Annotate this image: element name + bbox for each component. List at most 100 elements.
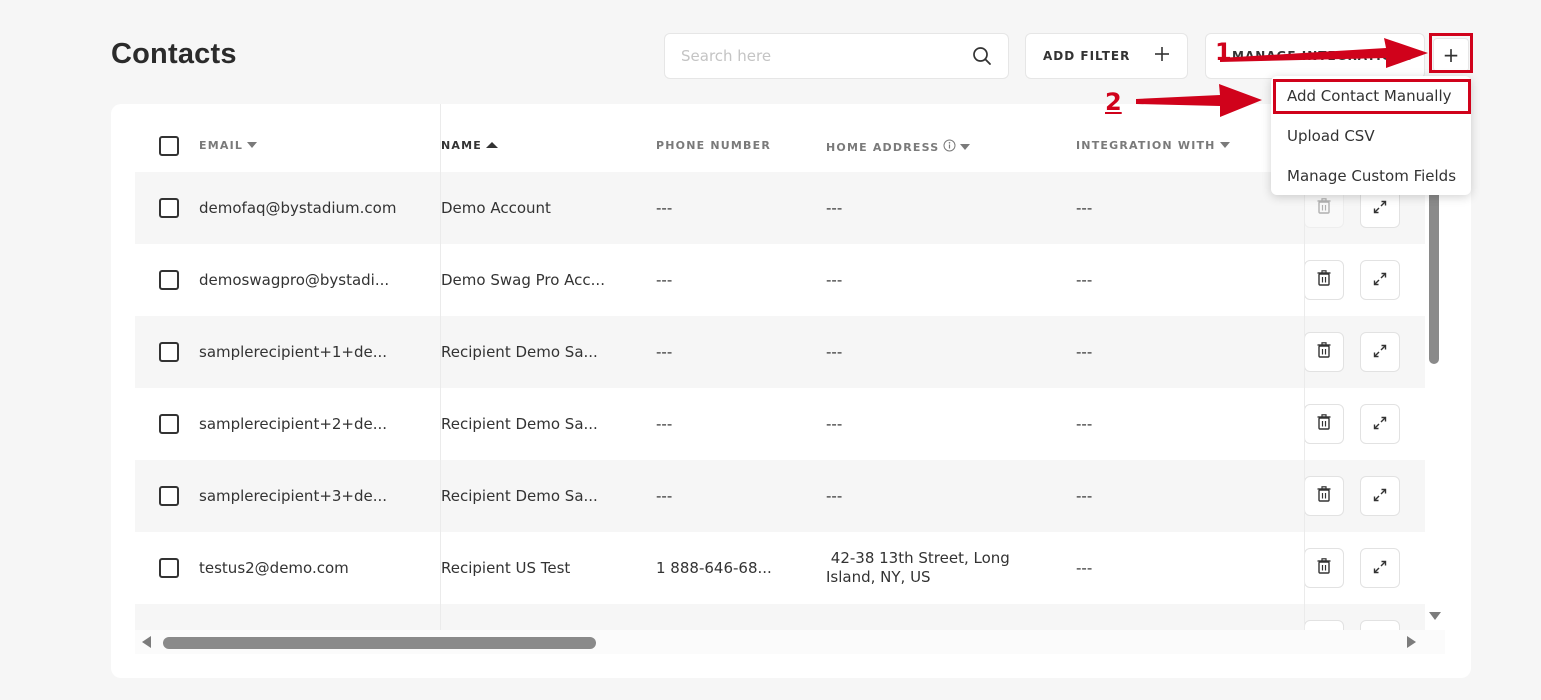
- vertical-scrollbar-thumb[interactable]: [1429, 180, 1439, 364]
- column-header-phone[interactable]: PHONE NUMBER: [656, 139, 771, 152]
- phone-cell: ---: [656, 271, 673, 289]
- sort-down-icon: [960, 141, 971, 154]
- expand-icon: [1373, 271, 1387, 290]
- email-cell: testus2@demo.com: [199, 559, 349, 577]
- table-row[interactable]: samplerecipient+2+de... Recipient Demo S…: [135, 388, 1425, 460]
- expand-button[interactable]: [1360, 332, 1400, 372]
- table-row[interactable]: samplerecipient+1+de... Recipient Demo S…: [135, 316, 1425, 388]
- add-contact-dropdown-menu: Add Contact Manually Upload CSV Manage C…: [1271, 76, 1471, 195]
- sort-down-icon: [1219, 139, 1230, 152]
- page-title: Contacts: [111, 38, 237, 70]
- expand-icon: [1373, 199, 1387, 218]
- sort-up-icon: [485, 139, 498, 152]
- contacts-table: EMAIL NAME PHONE NUMBER HOME ADDRESS INT…: [135, 104, 1425, 630]
- trash-icon: [1317, 486, 1331, 506]
- menu-item-add-contact-manually[interactable]: Add Contact Manually: [1271, 76, 1471, 116]
- phone-cell: ---: [656, 199, 673, 217]
- name-cell: Demo Account: [441, 199, 551, 217]
- trash-icon: [1317, 414, 1331, 434]
- add-filter-button[interactable]: ADD FILTER: [1025, 33, 1188, 79]
- row-checkbox[interactable]: [159, 558, 179, 578]
- phone-cell: ---: [656, 415, 673, 433]
- expand-button[interactable]: [1360, 260, 1400, 300]
- column-header-email[interactable]: EMAIL: [199, 139, 258, 152]
- scroll-left-arrow-icon[interactable]: [142, 636, 151, 648]
- integration-cell: ---: [1076, 271, 1093, 289]
- row-checkbox[interactable]: [159, 342, 179, 362]
- delete-button[interactable]: [1304, 260, 1344, 300]
- column-divider: [440, 104, 441, 630]
- address-cell: ---: [826, 199, 843, 217]
- delete-button[interactable]: [1304, 620, 1344, 630]
- column-divider: [1304, 172, 1305, 630]
- name-cell: Demo Swag Pro Acc...: [441, 271, 605, 289]
- trash-icon: [1317, 198, 1331, 218]
- table-row[interactable]: samplerecipient+3+de... Recipient Demo S…: [135, 460, 1425, 532]
- annotation-step-1: 1: [1215, 38, 1232, 66]
- search-input[interactable]: [681, 47, 972, 65]
- expand-button[interactable]: [1360, 620, 1400, 630]
- email-cell: samplerecipient+2+de...: [199, 415, 388, 433]
- expand-icon: [1373, 415, 1387, 434]
- select-all-checkbox[interactable]: [159, 136, 179, 156]
- name-cell: Recipient Demo Sa...: [441, 487, 598, 505]
- integration-cell: ---: [1076, 343, 1093, 361]
- horizontal-scrollbar[interactable]: [135, 630, 1445, 654]
- name-cell: Recipient Demo Sa...: [441, 415, 598, 433]
- contacts-table-card: EMAIL NAME PHONE NUMBER HOME ADDRESS INT…: [111, 104, 1471, 678]
- address-cell: ---: [826, 343, 843, 361]
- integration-cell: ---: [1076, 487, 1093, 505]
- search-icon[interactable]: [972, 46, 992, 66]
- menu-item-upload-csv[interactable]: Upload CSV: [1271, 116, 1471, 156]
- row-checkbox[interactable]: [159, 198, 179, 218]
- trash-icon: [1317, 558, 1331, 578]
- annotation-step-2: 2: [1105, 88, 1122, 116]
- address-cell: ---: [826, 415, 843, 433]
- add-contact-menu-button[interactable]: +: [1433, 38, 1469, 72]
- email-cell: demoswagpro@bystadi...: [199, 271, 390, 289]
- delete-button[interactable]: [1304, 548, 1344, 588]
- horizontal-scrollbar-thumb[interactable]: [163, 637, 596, 649]
- address-cell: ---: [826, 487, 843, 505]
- expand-button[interactable]: [1360, 404, 1400, 444]
- phone-cell: ---: [656, 343, 673, 361]
- name-cell: Recipient US Test: [441, 559, 571, 577]
- manage-integrations-label: MANAGE INTEGRATIONS: [1232, 49, 1414, 63]
- column-header-home-address[interactable]: HOME ADDRESS: [826, 139, 971, 155]
- menu-item-manage-custom-fields[interactable]: Manage Custom Fields: [1271, 156, 1471, 196]
- trash-icon: [1317, 270, 1331, 290]
- plus-icon: [1154, 46, 1170, 66]
- delete-button[interactable]: [1304, 476, 1344, 516]
- search-box[interactable]: [664, 33, 1009, 79]
- table-row[interactable]: demoswagpro@bystadi... Demo Swag Pro Acc…: [135, 244, 1425, 316]
- row-checkbox[interactable]: [159, 414, 179, 434]
- email-cell: samplerecipient+1+de...: [199, 343, 388, 361]
- name-cell: Recipient Demo Sa...: [441, 343, 598, 361]
- column-header-name[interactable]: NAME: [441, 139, 498, 152]
- delete-button[interactable]: [1304, 404, 1344, 444]
- add-filter-label: ADD FILTER: [1043, 49, 1131, 63]
- email-cell: demofaq@bystadium.com: [199, 199, 397, 217]
- manage-integrations-button[interactable]: MANAGE INTEGRATIONS: [1205, 33, 1425, 79]
- integration-cell: ---: [1076, 415, 1093, 433]
- trash-icon: [1317, 342, 1331, 362]
- row-checkbox[interactable]: [159, 270, 179, 290]
- table-row[interactable]: testus2@demo.com Recipient US Test 1 888…: [135, 532, 1425, 604]
- sort-down-icon: [247, 139, 258, 152]
- info-icon[interactable]: [943, 139, 956, 155]
- row-checkbox[interactable]: [159, 486, 179, 506]
- address-cell: ---: [826, 271, 843, 289]
- integration-cell: ---: [1076, 559, 1093, 577]
- column-header-integration[interactable]: INTEGRATION WITH: [1076, 139, 1230, 152]
- email-cell: samplerecipient+3+de...: [199, 487, 388, 505]
- scroll-right-arrow-icon[interactable]: [1407, 636, 1416, 648]
- expand-icon: [1373, 487, 1387, 506]
- delete-button[interactable]: [1304, 332, 1344, 372]
- scroll-down-arrow-icon[interactable]: [1429, 612, 1441, 620]
- table-header: EMAIL NAME PHONE NUMBER HOME ADDRESS INT…: [135, 104, 1425, 172]
- expand-button[interactable]: [1360, 476, 1400, 516]
- table-row[interactable]: demofaq@bystadium.com Demo Account --- -…: [135, 172, 1425, 244]
- phone-cell: ---: [656, 487, 673, 505]
- expand-button[interactable]: [1360, 548, 1400, 588]
- table-row[interactable]: [135, 604, 1425, 630]
